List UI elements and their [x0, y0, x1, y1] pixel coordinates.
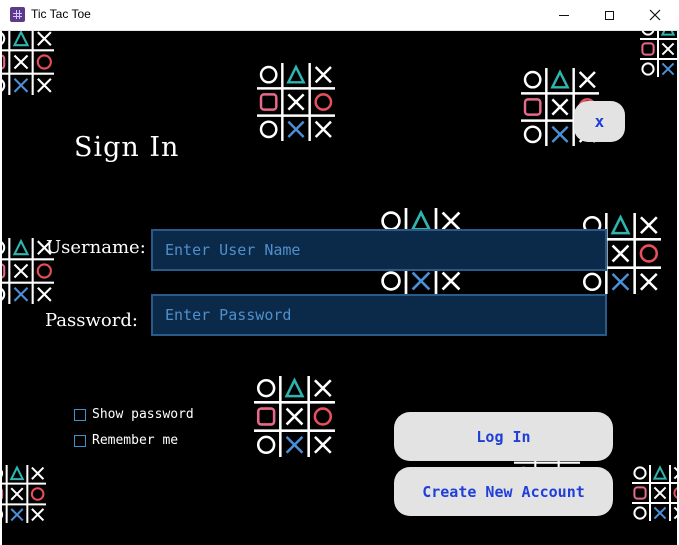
tic-tac-toe-board-icon: [254, 376, 335, 457]
window-title: Tic Tac Toe: [31, 7, 91, 21]
show-password-label: Show password: [92, 407, 194, 422]
password-input[interactable]: [151, 294, 607, 336]
minimize-icon: [559, 14, 569, 16]
close-icon: [649, 9, 661, 21]
remember-me-checkbox[interactable]: Remember me: [74, 433, 178, 448]
tic-tac-toe-board-icon: [2, 31, 54, 95]
tic-tac-toe-board-icon: [257, 63, 335, 141]
username-label: Username:: [46, 237, 146, 258]
checkbox-icon[interactable]: [74, 408, 86, 421]
create-account-button[interactable]: Create New Account: [394, 467, 613, 516]
app-window: Tic Tac Toe Sign In x Username: Password…: [0, 0, 679, 545]
username-input[interactable]: [151, 229, 607, 271]
password-label: Password:: [45, 310, 138, 331]
maximize-button[interactable]: [586, 0, 632, 30]
maximize-icon: [604, 10, 614, 20]
title-bar[interactable]: Tic Tac Toe: [0, 0, 679, 31]
checkbox-icon[interactable]: [74, 434, 86, 447]
tic-tac-toe-board-icon: [640, 31, 677, 77]
login-panel: Sign In x Username: Password: Show passw…: [2, 31, 677, 545]
window-close-button[interactable]: [632, 0, 678, 30]
minimize-button[interactable]: [541, 0, 587, 30]
login-button[interactable]: Log In: [394, 412, 613, 461]
page-title: Sign In: [74, 132, 180, 163]
remember-me-label: Remember me: [92, 433, 179, 448]
tic-tac-toe-board-icon: [632, 465, 677, 521]
close-form-button[interactable]: x: [574, 101, 625, 142]
tic-tac-toe-app-icon: [10, 7, 25, 22]
tic-tac-toe-board-icon: [2, 465, 46, 523]
show-password-checkbox[interactable]: Show password: [74, 407, 194, 422]
